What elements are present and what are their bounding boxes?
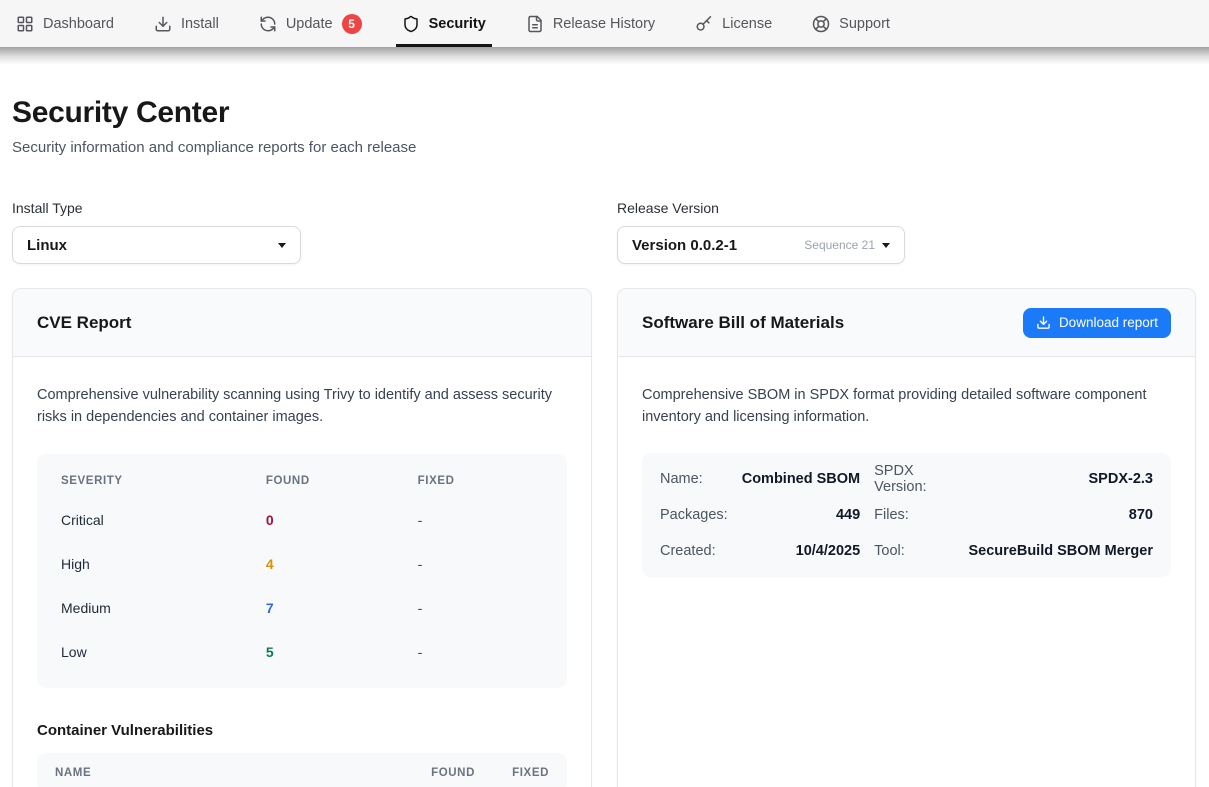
release-version-filter: Release Version Version 0.0.2-1 Sequence… [617,200,905,264]
fixed-count: - [418,644,543,660]
nav-item-install[interactable]: Install [154,0,219,47]
nav-item-label: Update [286,16,333,32]
nav-item-label: Install [181,16,219,32]
found-count: 5 [266,644,418,660]
severity-table: Severity Found Fixed Critical 0 - High 4… [37,454,567,688]
release-sequence-text: Sequence 21 [804,238,875,252]
download-icon [154,15,172,33]
sbom-card-header: Software Bill of Materials Download repo… [618,289,1195,357]
nav-item-license[interactable]: License [695,0,772,47]
container-table-header: Name Found Fixed [37,753,567,787]
severity-label: Medium [61,600,266,616]
table-row: Low 5 - [37,630,567,674]
col-fixed: Fixed [493,767,549,779]
nav-item-label: Security [429,16,486,32]
nav-item-label: License [722,16,772,32]
download-report-button[interactable]: Download report [1023,308,1171,338]
table-row: Medium 7 - [37,586,567,630]
sbom-details-grid: Name: Combined SBOM SPDX Version: SPDX-2… [660,461,1153,569]
nav-item-update[interactable]: Update 5 [259,0,362,47]
sbom-detail-value: 449 [742,497,860,533]
page-title: Security Center [12,96,1196,130]
install-type-value: Linux [27,237,67,254]
col-found: Found [266,475,418,487]
cve-card-header: CVE Report [13,289,591,357]
nav-item-release-history[interactable]: Release History [526,0,655,47]
severity-label: Critical [61,512,266,528]
sbom-detail-value: SPDX-2.3 [968,461,1153,497]
nav-item-dashboard[interactable]: Dashboard [16,0,114,47]
sbom-details-panel: Name: Combined SBOM SPDX Version: SPDX-2… [642,453,1171,577]
sbom-detail-label: Name: [660,461,728,497]
found-count: 7 [266,600,418,616]
nav-item-label: Release History [553,16,655,32]
severity-label: High [61,556,266,572]
col-found: Found [417,767,475,779]
found-count: 4 [266,556,418,572]
cve-card-title: CVE Report [37,313,131,333]
cards-grid: CVE Report Comprehensive vulnerability s… [12,288,1196,787]
document-icon [526,15,544,33]
sbom-card: Software Bill of Materials Download repo… [617,288,1196,787]
sbom-card-title: Software Bill of Materials [642,313,844,333]
fixed-count: - [418,512,543,528]
chevron-down-icon [882,243,890,248]
found-count: 0 [266,512,418,528]
release-version-label: Release Version [617,200,905,216]
sbom-detail-value: 870 [968,497,1153,533]
lifebuoy-icon [812,15,830,33]
cve-report-card: CVE Report Comprehensive vulnerability s… [12,288,592,787]
col-fixed: Fixed [418,475,543,487]
install-type-filter: Install Type Linux [12,200,617,264]
sbom-detail-value: SecureBuild SBOM Merger [968,533,1153,569]
sbom-detail-label: Created: [660,533,728,569]
key-icon [695,15,713,33]
main-content: Security Center Security information and… [0,96,1209,787]
container-vulnerabilities-title: Container Vulnerabilities [37,722,567,739]
sbom-card-body: Comprehensive SBOM in SPDX format provid… [618,357,1195,601]
nav-item-support[interactable]: Support [812,0,890,47]
fixed-count: - [418,600,543,616]
sbom-detail-label: SPDX Version: [874,461,954,497]
download-icon [1036,315,1051,330]
sbom-detail-value: 10/4/2025 [742,533,860,569]
nav-item-label: Support [839,16,890,32]
release-version-right: Sequence 21 [804,238,890,252]
table-row: Critical 0 - [37,498,567,542]
download-report-label: Download report [1059,315,1158,330]
nav-scroll-shadow [0,47,1209,64]
shield-icon [402,15,420,33]
install-type-label: Install Type [12,200,617,216]
top-navigation: Dashboard Install Update 5 Security Rele… [0,0,1209,47]
release-version-value: Version 0.0.2-1 [632,237,737,254]
col-name: Name [55,767,417,779]
severity-table-header: Severity Found Fixed [37,464,567,498]
chevron-down-icon [278,243,286,248]
sbom-detail-label: Files: [874,497,954,533]
refresh-icon [259,15,277,33]
sbom-description: Comprehensive SBOM in SPDX format provid… [642,385,1167,428]
table-row: High 4 - [37,542,567,586]
dashboard-grid-icon [16,15,34,33]
update-count-badge: 5 [342,14,362,34]
page-subtitle: Security information and compliance repo… [12,139,1196,156]
nav-item-security[interactable]: Security [402,0,486,47]
cve-description: Comprehensive vulnerability scanning usi… [37,385,562,428]
severity-label: Low [61,644,266,660]
cve-card-body: Comprehensive vulnerability scanning usi… [13,357,591,787]
sbom-detail-value: Combined SBOM [742,461,860,497]
release-version-select[interactable]: Version 0.0.2-1 Sequence 21 [617,226,905,264]
nav-item-label: Dashboard [43,16,114,32]
col-severity: Severity [61,475,266,487]
filters-row: Install Type Linux Release Version Versi… [12,200,1196,264]
sbom-detail-label: Tool: [874,533,954,569]
fixed-count: - [418,556,543,572]
sbom-detail-label: Packages: [660,497,728,533]
install-type-select[interactable]: Linux [12,226,301,264]
